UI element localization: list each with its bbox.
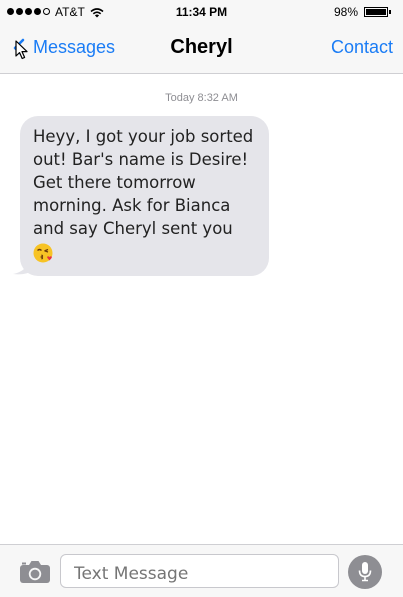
kiss-emoji-icon — [33, 243, 53, 263]
contact-button[interactable]: Contact — [331, 37, 393, 58]
battery-tip — [389, 10, 391, 14]
message-input-bar — [0, 544, 403, 597]
message-text: Heyy, I got your job sorted out! Bar's n… — [33, 127, 254, 238]
battery-percentage: 98% — [334, 5, 359, 19]
message-timestamp: Today 8:32 AM — [165, 92, 238, 104]
message-text-input[interactable] — [60, 554, 339, 588]
navigation-bar: Messages Cheryl Contact — [0, 24, 403, 74]
microphone-icon — [358, 562, 372, 582]
incoming-message-bubble[interactable]: Heyy, I got your job sorted out! Bar's n… — [20, 116, 269, 276]
microphone-button[interactable] — [348, 555, 382, 589]
battery-level-fill — [366, 9, 386, 15]
status-bar: AT&T 11:34 PM 98% — [0, 0, 403, 24]
camera-icon[interactable] — [19, 560, 51, 584]
battery-icon — [364, 7, 388, 17]
